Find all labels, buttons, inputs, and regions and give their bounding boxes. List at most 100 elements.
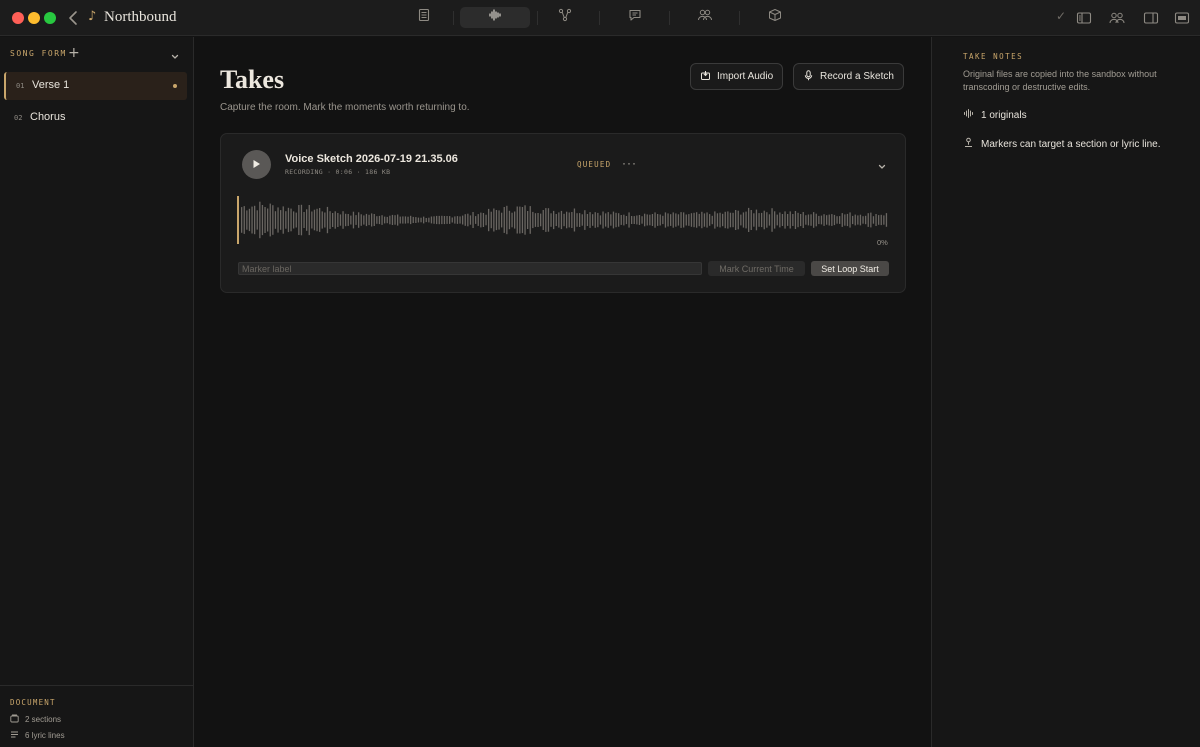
waveform-bar (820, 215, 823, 225)
waveform-bar (404, 216, 407, 224)
waveform-bar (862, 216, 864, 224)
import-audio-button[interactable]: Import Audio (690, 63, 784, 90)
waveform-bar (482, 213, 485, 227)
waveform-bar (241, 207, 243, 233)
waveform-bar (763, 210, 765, 230)
waveform-bar (334, 211, 336, 229)
chevron-down-icon[interactable] (170, 49, 180, 67)
waveform-bar (430, 216, 433, 224)
close-window-button[interactable] (12, 12, 24, 24)
waveform-bar (410, 215, 412, 225)
waveform-bar (365, 213, 368, 227)
waveform-bar (748, 207, 750, 232)
waveform-bar (378, 215, 381, 225)
waveform-bar (308, 205, 310, 236)
playhead[interactable] (237, 196, 239, 244)
tab-comments[interactable] (600, 7, 670, 28)
sections-count-row: 2 sections (10, 714, 61, 725)
takes-view: Takes Capture the room. Mark the moments… (194, 37, 931, 747)
waveform-bar (542, 210, 544, 230)
waveform-bar (833, 214, 836, 226)
waveform-bar (654, 212, 656, 228)
waveform-bar (316, 208, 318, 232)
waveform-bar (667, 213, 669, 227)
waveform-bar (407, 216, 409, 224)
waveform-bar (696, 212, 698, 228)
waveform-bar (670, 214, 672, 226)
chevron-down-icon[interactable] (877, 159, 887, 177)
waveform-bar (724, 211, 726, 229)
waveform-bar (807, 214, 810, 226)
waveform-bar (737, 210, 739, 230)
sidebar-right-icon[interactable] (1142, 9, 1160, 27)
waveform-bar (402, 216, 404, 224)
waveform-bar (321, 211, 323, 229)
document-summary: DOCUMENT 2 sections 6 lyric lines (0, 685, 193, 740)
waveform-bar (345, 213, 347, 227)
waveform-bar (501, 212, 503, 228)
waveform-bar (711, 215, 713, 225)
record-sketch-button[interactable]: Record a Sketch (793, 63, 904, 90)
people-icon[interactable] (1108, 9, 1126, 27)
waveform-bar (386, 216, 388, 224)
marker-label-input[interactable] (238, 262, 702, 275)
waveform-bar (592, 214, 594, 226)
waveform-bar (701, 211, 703, 229)
waveform-bar (859, 214, 862, 226)
waveform-bar (677, 214, 680, 226)
toolbar-divider (453, 11, 454, 25)
import-icon (700, 70, 711, 84)
sidebar-item-chorus[interactable]: 02 Chorus (4, 104, 187, 132)
waveform-bar (339, 214, 342, 226)
waveform-bar (272, 205, 274, 235)
waveform-bar (693, 212, 695, 228)
zoom-window-button[interactable] (44, 12, 56, 24)
play-icon (252, 156, 261, 174)
waveform-bar (584, 210, 586, 230)
tab-export[interactable] (740, 7, 810, 28)
waveform-bar (649, 214, 651, 226)
take-title: Voice Sketch 2026-07-19 21.35.06 (285, 153, 458, 165)
waveform-bar (823, 214, 825, 226)
tab-collaborators[interactable] (670, 7, 740, 28)
panel-icon[interactable] (1173, 9, 1191, 27)
waveform-bar (454, 216, 456, 224)
waveform-bar (259, 201, 261, 239)
waveform-bar (641, 216, 643, 224)
waveform-bar (761, 212, 763, 228)
waveform-bar (477, 214, 479, 226)
waveform[interactable] (237, 194, 890, 246)
music-note-icon: ♪ (88, 9, 97, 24)
more-options-icon[interactable]: ··· (622, 156, 637, 170)
waveform-bar (267, 208, 269, 232)
waveform-bar (618, 213, 620, 227)
take-notes-panel: TAKE NOTES Original files are copied int… (931, 37, 1200, 747)
waveform-bar (391, 214, 394, 225)
back-chevron-icon[interactable] (66, 8, 82, 28)
waveform-bar (852, 215, 854, 225)
waveform-bar (274, 211, 277, 229)
add-section-icon[interactable]: + (68, 45, 80, 61)
waveform-bar (558, 212, 560, 228)
mark-current-time-button[interactable]: Mark Current Time (708, 261, 805, 276)
waveform-bar (774, 211, 776, 229)
set-loop-start-button[interactable]: Set Loop Start (811, 261, 889, 276)
tab-lyrics[interactable] (389, 7, 459, 28)
waveform-bar (350, 215, 352, 225)
minimize-window-button[interactable] (28, 12, 40, 24)
waveform-bar (612, 211, 615, 229)
take-card: Voice Sketch 2026-07-19 21.35.06 RECORDI… (220, 133, 906, 293)
waveform-bar (300, 204, 303, 236)
tab-takes[interactable] (460, 7, 530, 28)
waveform-bar (337, 213, 339, 227)
sidebar-item-verse-1[interactable]: 01 Verse 1 (4, 72, 187, 100)
tab-structure[interactable] (530, 7, 600, 28)
waveform-bar (688, 214, 690, 226)
sidebar-left-icon[interactable] (1075, 9, 1093, 27)
box-icon (768, 8, 782, 27)
waveform-bar (568, 212, 570, 228)
play-button[interactable] (242, 150, 271, 179)
waveform-bar (469, 215, 472, 225)
waveform-bar (423, 216, 425, 224)
song-form-sidebar: SONG FORM + 01 Verse 1 02 Chorus DOCUMEN… (0, 37, 194, 747)
